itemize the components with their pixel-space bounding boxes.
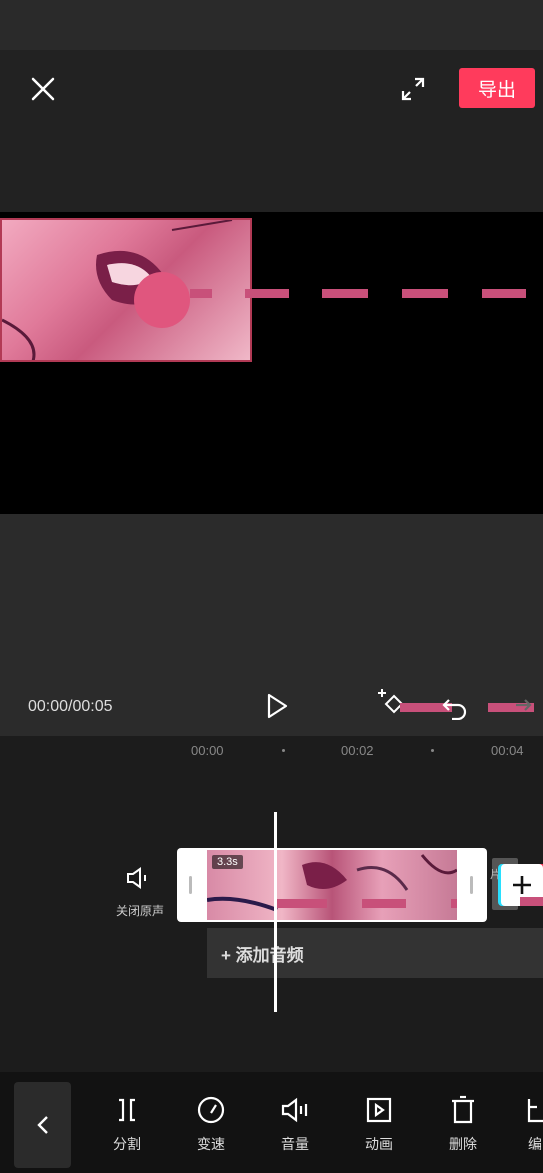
delete-icon [447,1094,479,1126]
clip-thumbnails[interactable] [207,850,457,920]
mute-original-label[interactable]: 关闭原声 [116,902,164,919]
edit-icon [519,1094,543,1126]
playhead[interactable] [274,812,277,1012]
status-bar [0,0,543,50]
volume-icon [279,1094,311,1126]
preview-frame [0,218,252,362]
tool-label: 删除 [449,1136,477,1152]
tool-label: 变速 [197,1136,225,1152]
time-readout: 00:00/00:05 [28,698,113,715]
tool-delete[interactable]: 删除 [433,1094,493,1154]
chevron-left-icon [36,1116,48,1134]
tool-speed[interactable]: 变速 [181,1094,241,1154]
close-icon[interactable] [26,72,60,106]
tool-label: 编 [528,1136,542,1152]
export-button[interactable]: 导出 [459,68,535,108]
ruler-tick-label: 00:04 [491,743,524,758]
tool-split[interactable]: 分割 [97,1094,157,1154]
back-button[interactable] [14,1082,71,1168]
overlay-dash [520,897,543,906]
tool-edit[interactable]: 编 [515,1094,543,1154]
speed-icon [195,1094,227,1126]
play-icon[interactable] [262,690,292,722]
tool-animation[interactable]: 动画 [349,1094,409,1154]
clip-duration-badge: 3.3s [212,855,243,869]
ruler-tick-label: 00:02 [341,743,374,758]
tool-label: 音量 [281,1136,309,1152]
split-icon [111,1094,143,1126]
ruler-tick-label: 00:00 [191,743,224,758]
tool-label: 分割 [113,1136,141,1152]
fullscreen-icon[interactable] [398,74,428,104]
undo-icon[interactable] [440,692,470,721]
tool-label: 动画 [365,1136,393,1152]
ruler-dot [282,749,285,752]
video-preview[interactable] [0,212,543,514]
clip-trim-handle-left[interactable] [189,876,192,894]
ruler-dot [431,749,434,752]
speaker-icon[interactable] [124,865,152,891]
tool-volume[interactable]: 音量 [265,1094,325,1154]
clip-trim-handle-right[interactable] [470,876,473,894]
redo-icon[interactable] [504,692,534,720]
add-audio-button[interactable]: + 添加音频 [207,928,543,978]
animation-icon [363,1094,395,1126]
